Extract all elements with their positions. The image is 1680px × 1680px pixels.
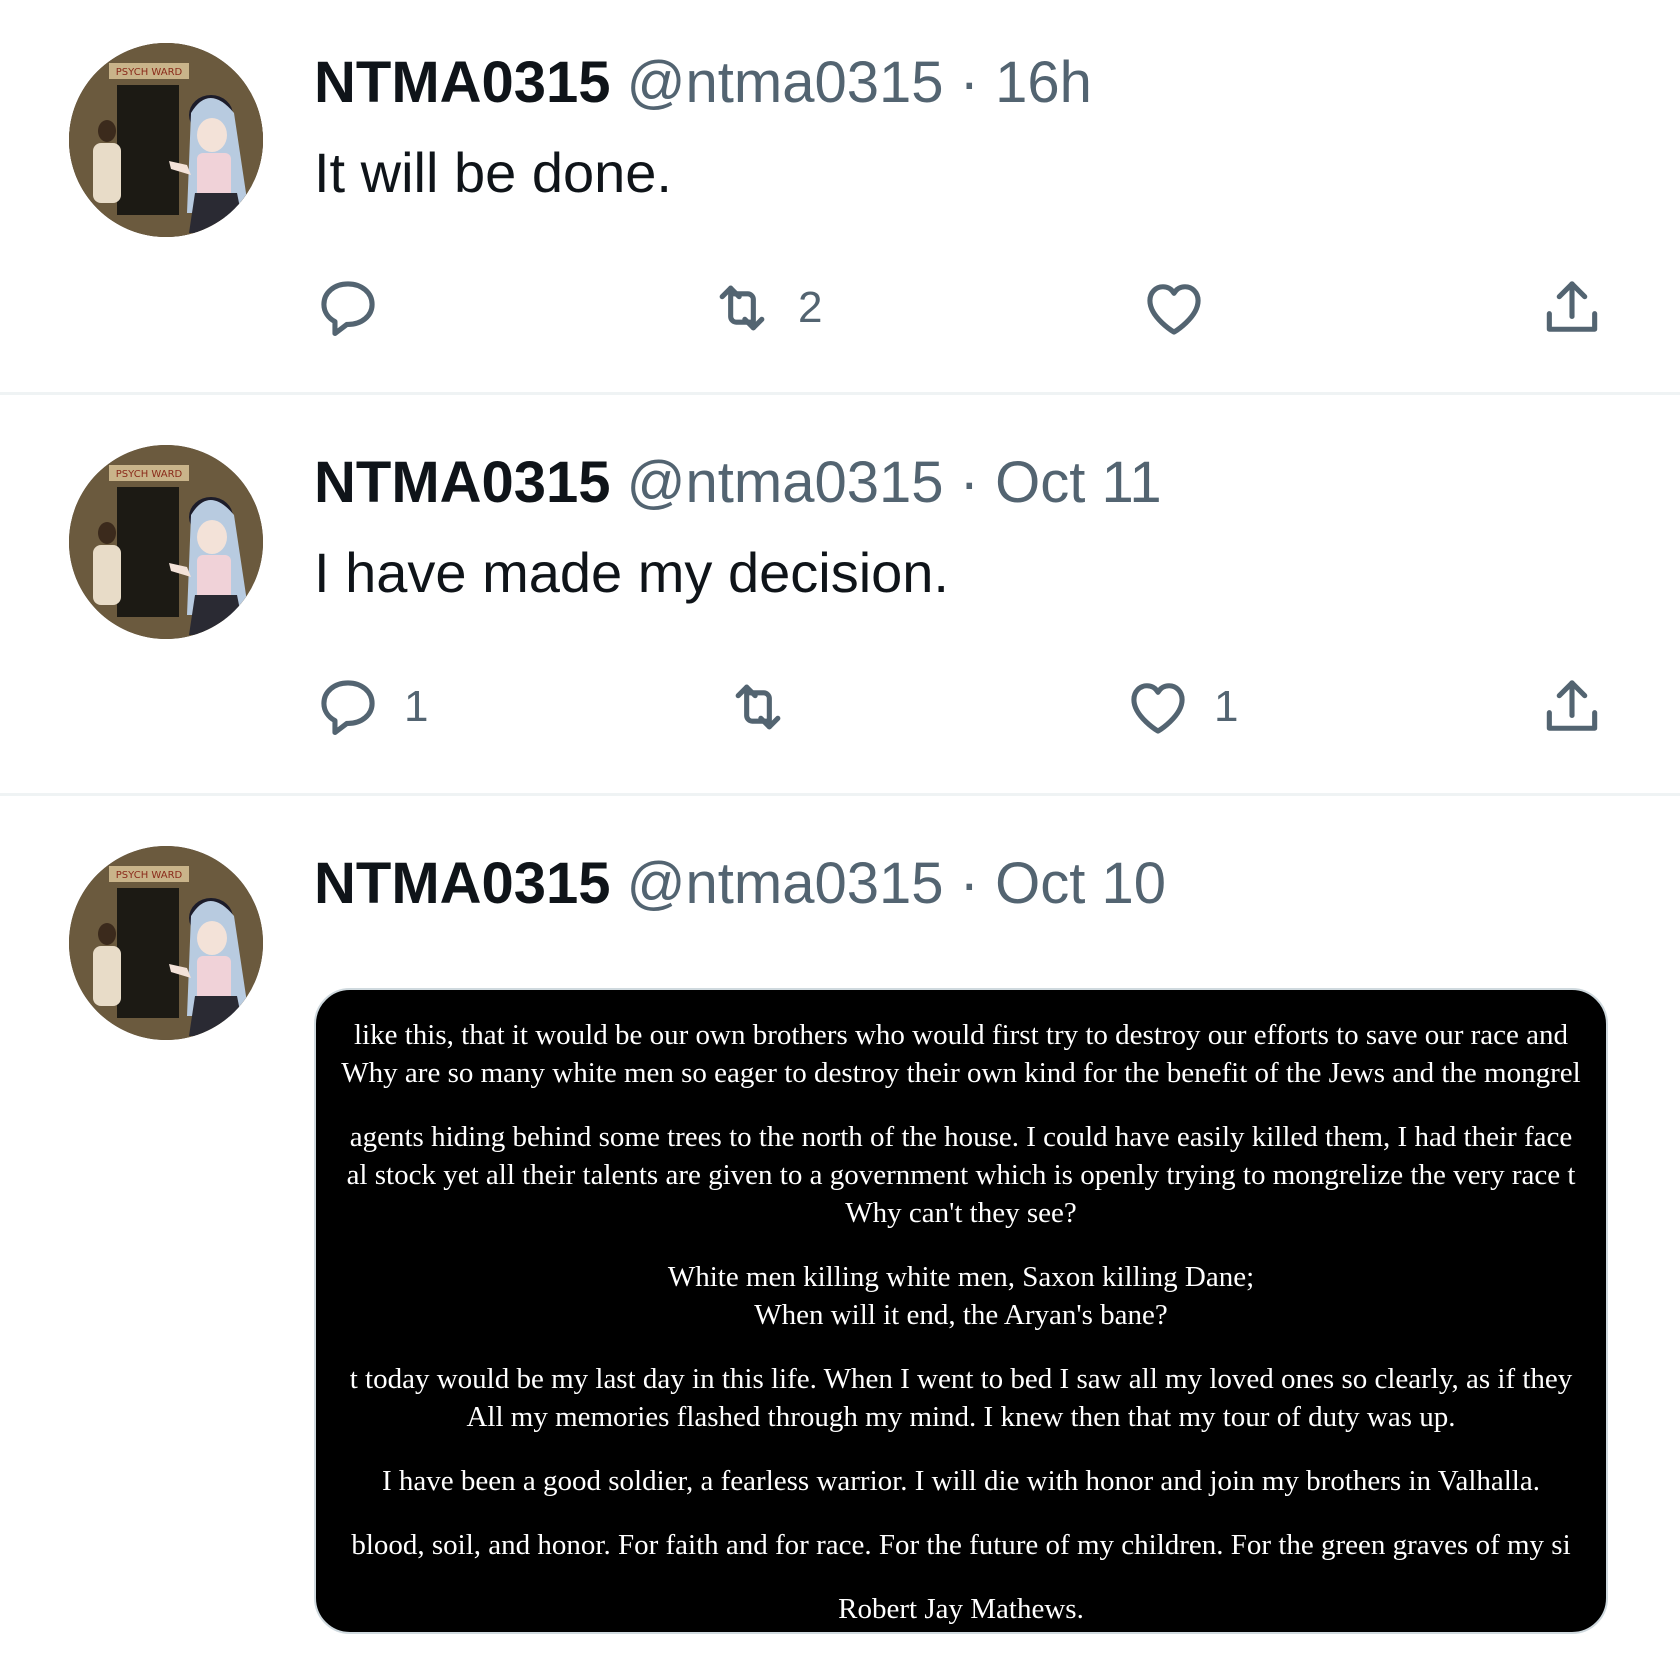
media-line: blood, soil, and honor. For faith and fo… [351,1529,1571,1561]
retweet-icon [719,285,765,331]
username-handle[interactable]: @ntma0315 [627,851,944,916]
avatar[interactable]: PSYCH WARD [69,445,263,639]
like-count: 1 [1214,682,1239,731]
media-line: White men killing white men, Saxon killi… [667,1261,1255,1293]
reply-button[interactable]: 1 [314,667,428,747]
sign-text: PSYCH WARD [116,870,183,881]
like-button[interactable]: 1 [1124,667,1238,747]
separator-dot: · [959,50,979,115]
media-paragraph: White men killing white men, Saxon killi… [316,1258,1606,1334]
media-line: t today would be my last day in this lif… [349,1363,1573,1395]
username-handle[interactable]: @ntma0315 [627,50,944,115]
retweet-button[interactable] [724,667,814,747]
tweet-media-image[interactable]: like this, that it would be our own brot… [314,988,1608,1634]
tweet-header: NTMA0315 @ntma0315 · Oct 10 [314,849,1166,919]
display-name[interactable]: NTMA0315 [314,851,611,916]
share-button[interactable] [1538,268,1606,348]
display-name[interactable]: NTMA0315 [314,50,611,115]
timestamp[interactable]: Oct 10 [995,851,1166,916]
tweet-header: NTMA0315 @ntma0315 · Oct 11 [314,448,1162,518]
share-icon [1546,680,1598,731]
media-line: Why can't they see? [845,1197,1077,1229]
reply-button[interactable] [314,268,404,348]
tweet[interactable]: PSYCH WARD NTMA0315 @ntma0315 · Oct 11 I… [0,395,1680,793]
share-icon [1546,281,1598,332]
separator-dot: · [959,450,979,515]
reply-icon [321,281,375,337]
share-button[interactable] [1538,667,1606,747]
avatar-image: PSYCH WARD [69,445,263,639]
retweet-button[interactable]: 2 [708,268,822,348]
action-bar: 2 [314,268,1614,348]
media-line: al stock yet all their talents are given… [346,1159,1576,1191]
avatar[interactable]: PSYCH WARD [69,43,263,237]
media-paragraph: like this, that it would be our own brot… [316,1016,1606,1092]
media-line: Robert Jay Mathews. [838,1593,1084,1625]
timestamp[interactable]: Oct 11 [995,450,1162,515]
media-paragraph: t today would be my last day in this lif… [316,1360,1606,1436]
timestamp[interactable]: 16h [995,50,1092,115]
reply-count: 1 [404,682,429,731]
media-paragraph: agents hiding behind some trees to the n… [316,1118,1606,1232]
media-line: Why are so many white men so eager to de… [341,1057,1581,1089]
tweet-text: It will be done. [314,141,672,204]
media-text-block: like this, that it would be our own brot… [316,1016,1606,1632]
sign-text: PSYCH WARD [116,469,183,480]
media-paragraph: I have been a good soldier, a fearless w… [316,1462,1606,1500]
media-line: When will it end, the Aryan's bane? [754,1299,1168,1331]
media-line: agents hiding behind some trees to the n… [349,1121,1573,1153]
avatar-image: PSYCH WARD [69,846,263,1040]
username-handle[interactable]: @ntma0315 [627,450,944,515]
media-paragraph: Robert Jay Mathews. [316,1590,1606,1628]
media-line: All my memories flashed through my mind.… [466,1401,1456,1433]
media-line: like this, that it would be our own brot… [354,1019,1568,1051]
retweet-count: 2 [798,283,823,332]
media-paragraph: blood, soil, and honor. For faith and fo… [316,1526,1606,1564]
separator-dot: · [959,851,979,916]
avatar[interactable]: PSYCH WARD [69,846,263,1040]
like-icon [1147,284,1201,335]
like-icon [1131,683,1185,734]
media-line: I have been a good soldier, a fearless w… [382,1465,1540,1497]
action-bar: 1 1 [314,667,1614,747]
reply-icon [321,680,375,736]
like-button[interactable] [1140,268,1230,348]
tweet-header: NTMA0315 @ntma0315 · 16h [314,48,1092,118]
retweet-icon [735,684,781,730]
tweet[interactable]: PSYCH WARD NTMA0315 @ntma0315 · 16h It w… [0,0,1680,392]
tweet-text: I have made my decision. [314,541,949,604]
display-name[interactable]: NTMA0315 [314,450,611,515]
avatar-image: PSYCH WARD [69,43,263,237]
sign-text: PSYCH WARD [116,67,183,78]
